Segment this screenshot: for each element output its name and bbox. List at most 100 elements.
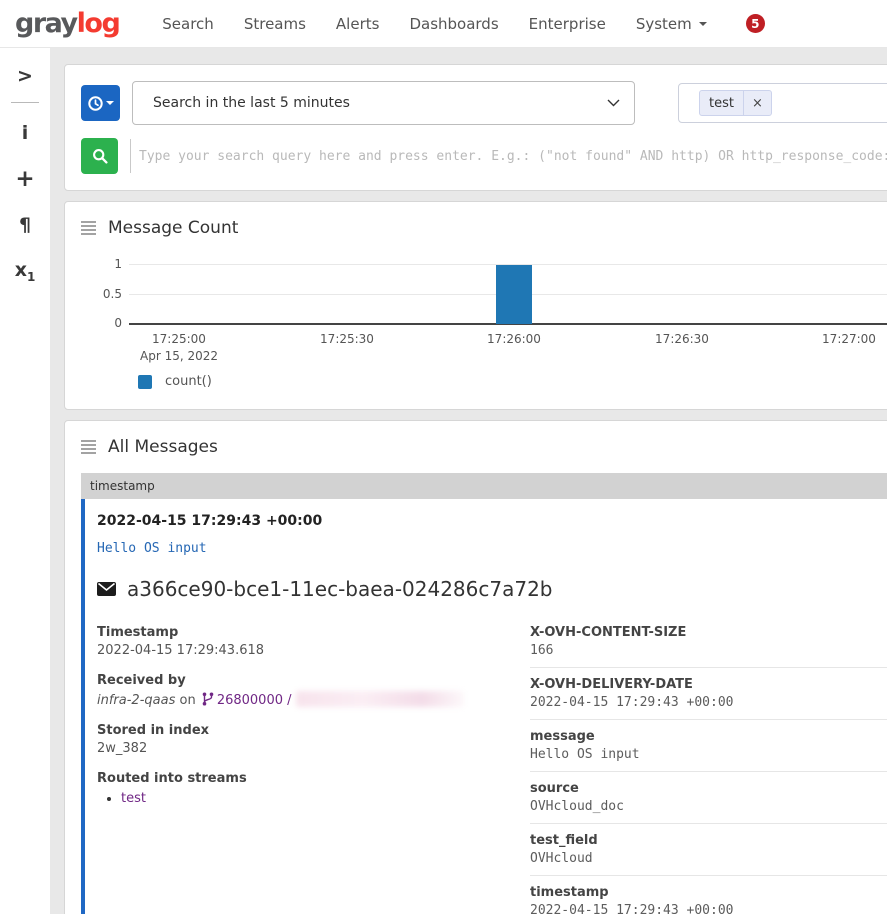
x-axis-tick: 17:26:30: [655, 332, 709, 346]
field-value: Hello OS input: [530, 747, 887, 762]
chart-legend: count(): [138, 374, 887, 389]
messages-table-header-timestamp[interactable]: timestamp: [81, 473, 887, 499]
field-value: 166: [530, 643, 887, 658]
stream-filter-chip: test ×: [699, 90, 772, 116]
x-axis-tick: 17:25:00 Apr 15, 2022: [140, 332, 218, 363]
x-axis-tick: 17:27:00: [822, 332, 876, 346]
nav-item-streams[interactable]: Streams: [229, 0, 321, 47]
widget-title: All Messages: [108, 437, 218, 457]
plus-icon: +: [15, 166, 34, 192]
field-value: 2022-04-15 17:29:43 +00:00: [530, 695, 887, 710]
all-messages-widget: All Messages timestamp 2022-04-15 17:29:…: [64, 420, 887, 914]
field-label[interactable]: message: [530, 729, 887, 744]
widget-title: Message Count: [108, 218, 238, 238]
field-message: message Hello OS input: [530, 719, 887, 771]
y-axis-tick: 0: [114, 316, 122, 330]
search-icon: [92, 148, 108, 164]
x-axis-tick: 17:25:30: [320, 332, 374, 346]
field-label[interactable]: X-OVH-DELIVERY-DATE: [530, 677, 887, 692]
query-input-wrap: [130, 139, 887, 173]
field-label[interactable]: test_field: [530, 833, 887, 848]
message-row[interactable]: 2022-04-15 17:29:43 +00:00 Hello OS inpu…: [81, 499, 887, 914]
widget-drag-handle-icon[interactable]: [81, 219, 96, 237]
field-label[interactable]: source: [530, 781, 887, 796]
field-x-ovh-delivery-date: X-OVH-DELIVERY-DATE 2022-04-15 17:29:43 …: [530, 667, 887, 719]
field-x-ovh-content-size: X-OVH-CONTENT-SIZE 166: [530, 625, 887, 667]
field-value: OVHcloud_doc: [530, 799, 887, 814]
field-label[interactable]: timestamp: [530, 885, 887, 900]
stream-chip-label: test: [700, 96, 743, 111]
stream-filter-input[interactable]: test ×: [678, 83, 887, 123]
chevron-down-icon: [699, 22, 707, 26]
pilcrow-icon: ¶: [19, 214, 31, 236]
field-test-field: test_field OVHcloud: [530, 823, 887, 875]
field-stored-in-index: Stored in index 2w_382: [97, 723, 530, 756]
stream-list-item: test: [121, 791, 530, 806]
sidebar-item-highlighting[interactable]: ¶: [0, 205, 50, 245]
sidebar-divider: [11, 102, 39, 103]
message-detail-heading: a366ce90-bce1-11ec-baea-024286c7a72b: [97, 577, 887, 601]
graylog-logo[interactable]: graylog: [15, 8, 119, 39]
nav-dropdown-system[interactable]: System: [621, 0, 722, 47]
search-submit-button[interactable]: [81, 138, 118, 174]
message-fields-column: X-OVH-CONTENT-SIZE 166 X-OVH-DELIVERY-DA…: [530, 625, 887, 914]
field-label: Stored in index: [97, 723, 530, 738]
chart-plot-area[interactable]: 1 0.5 0 17:25:00 Apr 15, 2022 17:25:30 1…: [129, 264, 887, 324]
timerange-type-button[interactable]: [81, 85, 120, 121]
sidebar-expand-button[interactable]: >: [0, 56, 50, 96]
field-label: Routed into streams: [97, 771, 530, 786]
bar-17-26-00[interactable]: [496, 265, 532, 324]
envelope-icon: [97, 582, 116, 596]
timerange-select[interactable]: Search in the last 5 minutes: [132, 81, 635, 125]
receiving-node: infra-2-qaas: [97, 693, 175, 708]
logo-text-log: log: [77, 8, 120, 39]
input-link[interactable]: 26800000 /: [217, 693, 292, 708]
clock-icon: [88, 96, 103, 111]
field-value: OVHcloud: [530, 851, 887, 866]
search-sidebar-rail: > i + ¶ x1: [0, 48, 50, 914]
field-timestamp-meta: Timestamp 2022-04-15 17:29:43.618: [97, 625, 530, 658]
search-bar-card: Search in the last 5 minutes test ×: [64, 64, 887, 191]
y-axis-tick: 0.5: [103, 287, 122, 301]
sidebar-item-description[interactable]: i: [0, 113, 50, 153]
field-value: 2022-04-15 17:29:43 +00:00: [530, 903, 887, 914]
notification-badge[interactable]: 5: [746, 14, 765, 33]
sidebar-item-fields[interactable]: x1: [0, 251, 50, 291]
field-routed-into-streams: Routed into streams test: [97, 771, 530, 806]
chevron-down-icon: [106, 101, 114, 105]
timerange-selected-option: Search in the last 5 minutes: [153, 95, 607, 111]
message-id[interactable]: a366ce90-bce1-11ec-baea-024286c7a72b: [127, 577, 553, 601]
message-detail-fields: Timestamp 2022-04-15 17:29:43.618 Receiv…: [97, 625, 887, 914]
widget-drag-handle-icon[interactable]: [81, 438, 96, 456]
message-count-chart: 1 0.5 0 17:25:00 Apr 15, 2022 17:25:30 1…: [81, 264, 887, 389]
search-query-input[interactable]: [131, 139, 887, 173]
field-timestamp: timestamp 2022-04-15 17:29:43 +00:00: [530, 875, 887, 914]
legend-swatch-count[interactable]: [138, 375, 152, 389]
x-axis-date-label: Apr 15, 2022: [140, 349, 218, 363]
system-label: System: [636, 15, 692, 33]
field-label[interactable]: X-OVH-CONTENT-SIZE: [530, 625, 887, 640]
message-timestamp[interactable]: 2022-04-15 17:29:43 +00:00: [97, 507, 887, 533]
chevron-down-icon: [607, 99, 620, 107]
field-received-by: Received by infra-2-qaas on 26800000 /: [97, 673, 530, 708]
message-meta-column: Timestamp 2022-04-15 17:29:43.618 Receiv…: [97, 625, 530, 914]
code-fork-icon: [202, 692, 214, 706]
fields-x1-icon: x1: [15, 259, 36, 284]
message-summary[interactable]: Hello OS input: [97, 541, 887, 556]
legend-label-count[interactable]: count(): [165, 374, 212, 389]
remove-chip-button[interactable]: ×: [743, 91, 771, 115]
field-value: infra-2-qaas on 26800000 /: [97, 691, 530, 708]
sidebar-item-create[interactable]: +: [0, 159, 50, 199]
nav-item-search[interactable]: Search: [147, 0, 229, 47]
field-value: 2w_382: [97, 741, 530, 756]
field-value: test: [97, 791, 530, 806]
message-count-widget: Message Count 1 0.5 0 17:25:00: [64, 201, 887, 410]
nav-item-dashboards[interactable]: Dashboards: [394, 0, 513, 47]
nav-menu: Search Streams Alerts Dashboards Enterpr…: [147, 0, 764, 47]
search-page-content: Search in the last 5 minutes test ×: [50, 48, 887, 914]
logo-text-gray: gray: [15, 8, 77, 39]
nav-item-enterprise[interactable]: Enterprise: [514, 0, 621, 47]
field-source: source OVHcloud_doc: [530, 771, 887, 823]
nav-item-alerts[interactable]: Alerts: [321, 0, 395, 47]
stream-link[interactable]: test: [121, 791, 146, 806]
